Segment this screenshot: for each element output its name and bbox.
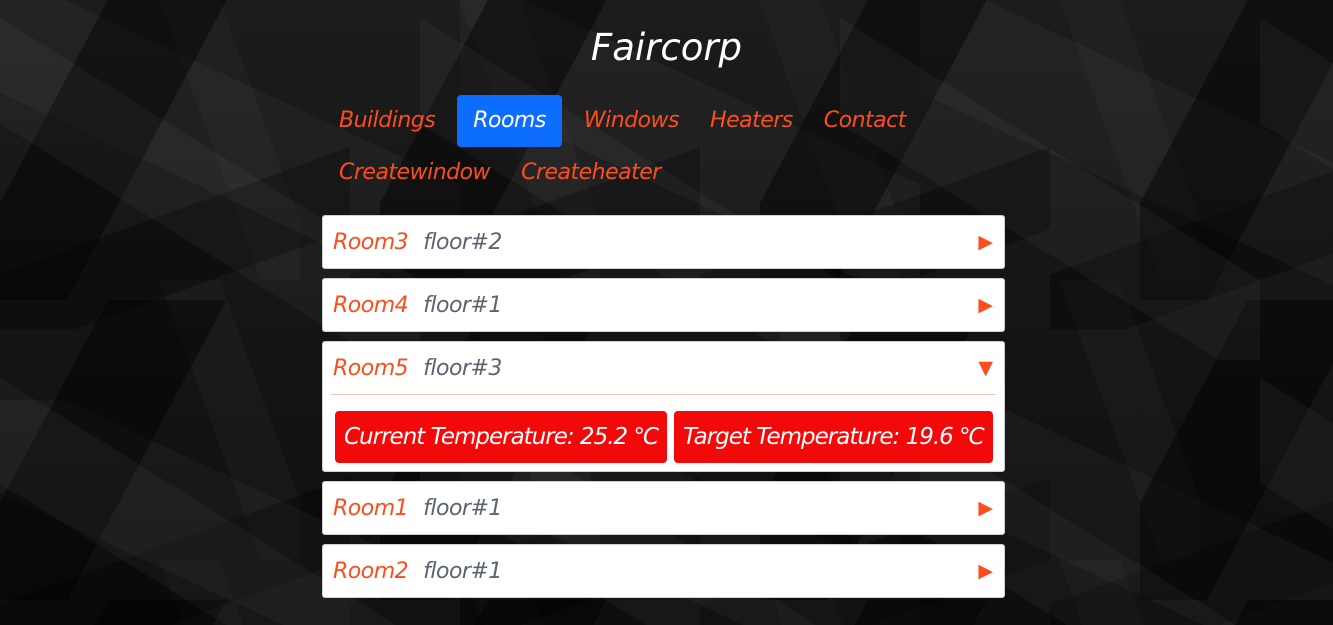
expand-arrow-icon[interactable]: ▶ — [978, 216, 993, 268]
room-name: Room4 — [333, 292, 409, 318]
expand-arrow-icon[interactable]: ▶ — [978, 545, 993, 597]
room-header[interactable]: Room2 floor#1 ▶ — [323, 545, 1004, 597]
room-item: Room4 floor#1 ▶ — [322, 278, 1005, 332]
nav-link-contact[interactable]: Contact — [815, 95, 915, 147]
room-item: Room1 floor#1 ▶ — [322, 481, 1005, 535]
app-title: Faircorp — [590, 26, 743, 69]
room-header[interactable]: Room4 floor#1 ▶ — [323, 279, 1004, 331]
rooms-accordion: Room3 floor#2 ▶ Room4 floor#1 ▶ Room5 fl… — [322, 215, 1005, 607]
room-name: Room2 — [333, 558, 409, 584]
room-name: Room1 — [333, 495, 409, 521]
room-floor: floor#2 — [423, 229, 502, 255]
room-floor: floor#1 — [423, 558, 502, 584]
nav-link-createheater[interactable]: Createheater — [512, 147, 670, 199]
nav-link-windows[interactable]: Windows — [575, 95, 688, 147]
expand-arrow-icon[interactable]: ▶ — [978, 482, 993, 534]
nav-link-createwindow[interactable]: Createwindow — [330, 147, 499, 199]
room-item: Room3 floor#2 ▶ — [322, 215, 1005, 269]
nav-link-rooms[interactable]: Rooms — [457, 95, 562, 147]
room-header[interactable]: Room3 floor#2 ▶ — [323, 216, 1004, 268]
expand-arrow-icon[interactable]: ▶ — [978, 279, 993, 331]
main-nav: Buildings Rooms Windows Heaters Contact … — [330, 95, 970, 199]
target-temperature-badge: Target Temperature: 19.6 ℃ — [674, 411, 993, 463]
room-floor: floor#3 — [423, 355, 502, 381]
nav-row-1: Buildings Rooms Windows Heaters Contact — [330, 95, 970, 147]
room-name: Room3 — [333, 229, 409, 255]
current-temperature-badge: Current Temperature: 25.2 ℃ — [335, 411, 667, 463]
nav-row-2: Createwindow Createheater — [330, 147, 970, 199]
room-item: Room2 floor#1 ▶ — [322, 544, 1005, 598]
room-header[interactable]: Room5 floor#3 ▼ — [323, 342, 1004, 394]
nav-link-heaters[interactable]: Heaters — [701, 95, 802, 147]
room-details: Current Temperature: 25.2 ℃ Target Tempe… — [331, 394, 996, 471]
room-header[interactable]: Room1 floor#1 ▶ — [323, 482, 1004, 534]
collapse-arrow-icon[interactable]: ▼ — [978, 342, 993, 394]
room-name: Room5 — [333, 355, 409, 381]
room-item-expanded: Room5 floor#3 ▼ Current Temperature: 25.… — [322, 341, 1005, 472]
room-floor: floor#1 — [423, 292, 502, 318]
room-floor: floor#1 — [423, 495, 502, 521]
nav-link-buildings[interactable]: Buildings — [330, 95, 444, 147]
